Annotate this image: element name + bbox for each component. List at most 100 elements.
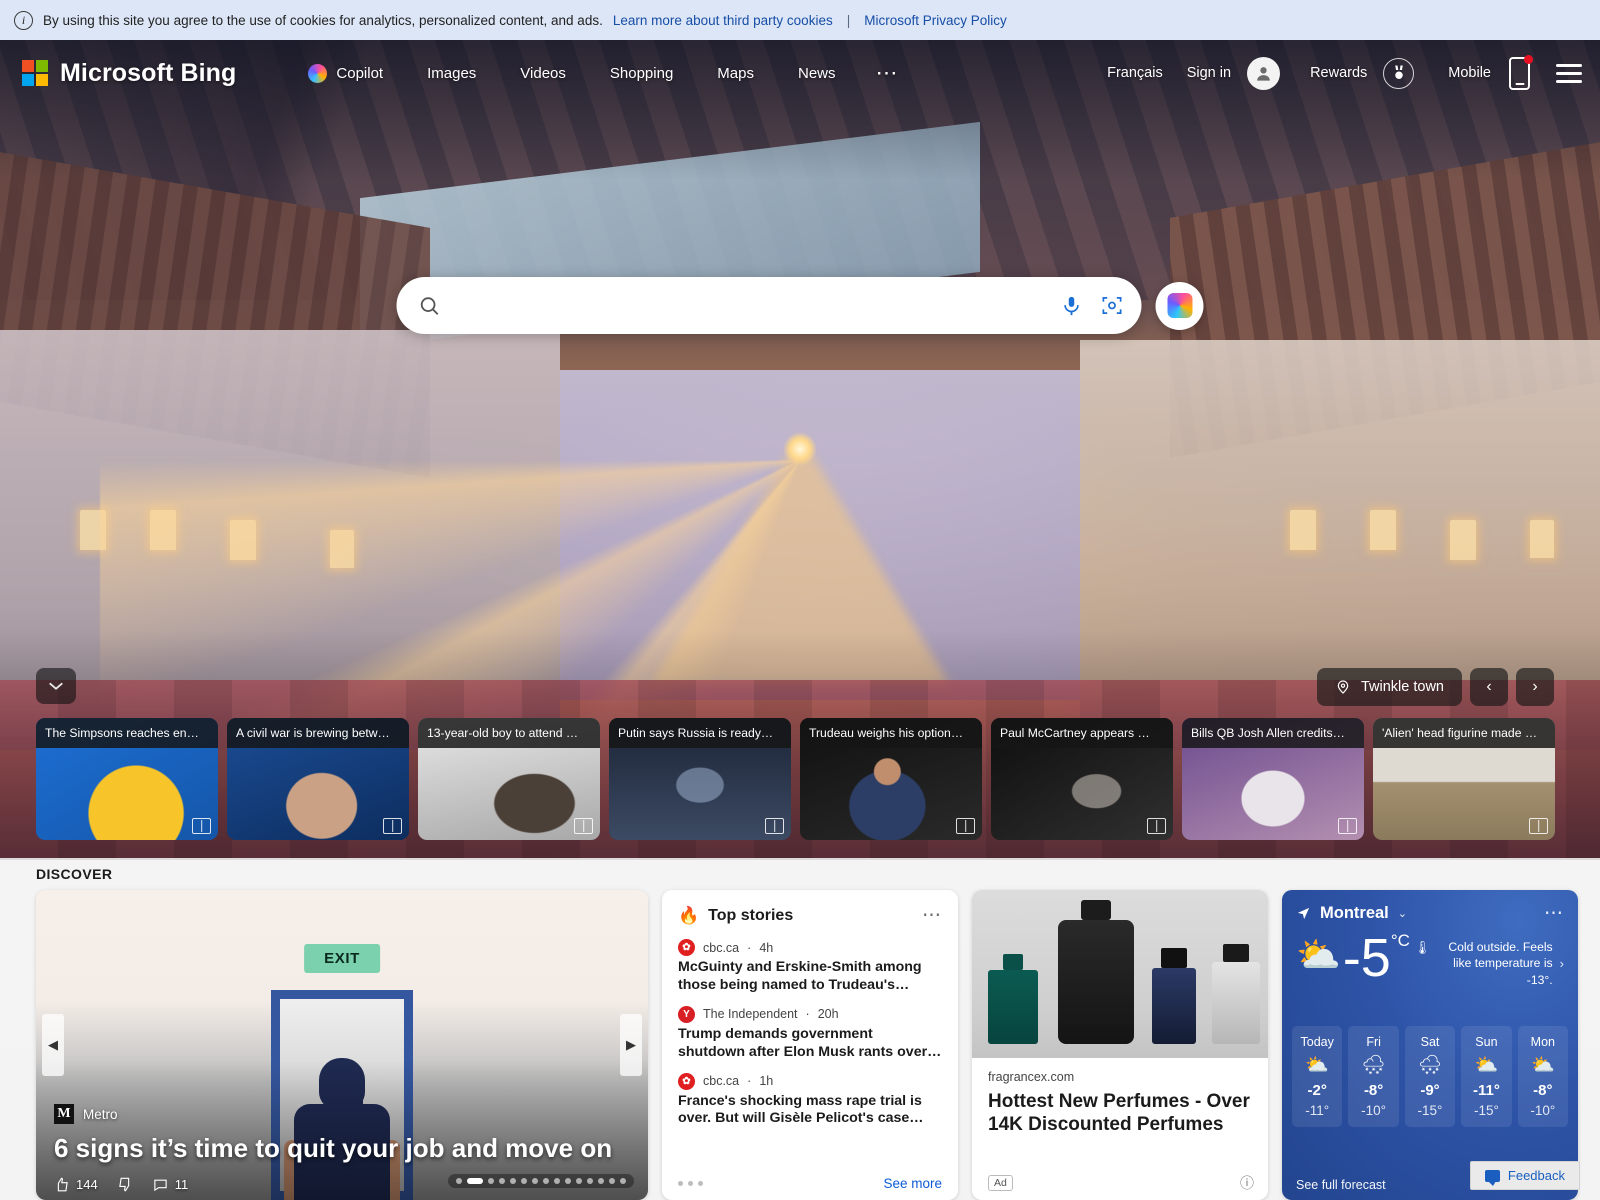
forecast-day[interactable]: Mon ⛅ -8° -10° [1517,1026,1569,1127]
scroll-down-button[interactable] [36,668,76,704]
feedback-label: Feedback [1507,1168,1565,1183]
featured-article-card[interactable]: EXIT M Metro 6 signs it’s time to quit y… [36,890,648,1200]
nav-item-news[interactable]: News [776,57,858,90]
forecast-day-name: Today [1300,1035,1334,1049]
feedback-button[interactable]: Feedback [1469,1161,1580,1190]
rewards-medal-icon[interactable] [1383,57,1415,89]
comment-group[interactable]: 11 [153,1177,189,1192]
news-card-title: 'Alien' head figurine made … [1373,718,1555,748]
top-stories-more-icon[interactable]: ⋯ [922,906,942,925]
story-source-row: ✿ cbc.ca · 1h [678,1072,942,1090]
dislike-group[interactable] [118,1177,133,1192]
ad-info-icon[interactable]: ⓘ [1240,1173,1254,1193]
top-story-item[interactable]: ✿ cbc.ca · 1h France's shocking mass rap… [678,1072,942,1129]
chevron-down-icon [49,682,63,690]
featured-article-headline: 6 signs it’s time to quit your job and m… [54,1133,613,1164]
top-story-item[interactable]: Y The Independent · 20h Trump demands go… [678,1005,942,1062]
ad-label-badge: Ad [988,1175,1013,1191]
microphone-icon[interactable] [1061,295,1083,317]
forecast-day[interactable]: Today ⛅ -2° -11° [1292,1026,1343,1127]
news-card[interactable]: Trudeau weighs his option… [800,718,982,840]
forecast-low: -15° [1417,1103,1443,1118]
microsoft-logo-icon [22,60,48,86]
forecast-day[interactable]: Sun ⛅ -11° -15° [1461,1026,1512,1127]
perfume-bottle-sauvage [1152,968,1196,1044]
news-card[interactable]: 13-year-old boy to attend … [418,718,600,840]
nav-label-copilot: Copilot [336,64,384,82]
advertisement-card[interactable]: fragrancex.com Hottest New Perfumes - Ov… [972,890,1268,1200]
news-card-title: 13-year-old boy to attend … [418,718,600,748]
secondary-nav-links: Français Sign in Rewards Mobile [1095,54,1582,90]
nav-item-shopping[interactable]: Shopping [588,57,695,90]
story-time: 20h [817,1007,839,1022]
search-input[interactable] [454,295,1061,316]
sign-in-link[interactable]: Sign in [1175,57,1243,89]
cbc-logo-icon: ✿ [678,1072,695,1090]
perfume-bottle-creed [1212,962,1260,1044]
nav-item-copilot[interactable]: Copilot [298,56,405,91]
perfume-bottle-acqua-di-gio [1058,920,1134,1044]
weather-city[interactable]: Montreal [1320,904,1389,923]
news-card[interactable]: A civil war is brewing betw… [227,718,409,840]
news-card[interactable]: Bills QB Josh Allen credits… [1182,718,1364,840]
news-card[interactable]: Paul McCartney appears … [991,718,1173,840]
news-card-title: A civil war is brewing betw… [227,718,409,748]
weather-more-icon[interactable]: ⋯ [1544,904,1564,923]
news-book-icon [956,818,975,834]
forecast-day[interactable]: Fri 🌨 -8° -10° [1348,1026,1399,1127]
story-source-name: cbc.ca [703,940,740,955]
nav-item-videos[interactable]: Videos [498,57,588,90]
see-full-forecast-link[interactable]: See full forecast [1296,1178,1386,1192]
chevron-down-icon[interactable]: ⌄ [1398,907,1407,920]
mobile-link[interactable]: Mobile [1436,57,1503,89]
news-card[interactable]: 'Alien' head figurine made … [1373,718,1555,840]
copilot-search-button[interactable] [1155,281,1204,330]
independent-logo-icon: Y [678,1005,695,1023]
featured-next-button[interactable]: ▶ [620,1014,642,1076]
top-stories-pagination[interactable] [678,1181,703,1186]
hero-location-label[interactable]: Twinkle town [1316,668,1462,706]
comment-icon [154,1179,167,1192]
forecast-low: -15° [1473,1103,1499,1118]
forecast-day[interactable]: Sat 🌨 -9° -15° [1404,1026,1456,1127]
mobile-phone-icon[interactable] [1509,54,1533,90]
learn-more-cookies-link[interactable]: Learn more about third party cookies [613,13,833,28]
avatar[interactable] [1247,56,1281,90]
top-story-item[interactable]: ✿ cbc.ca · 4h McGuinty and Erskine-Smith… [678,939,942,995]
carousel-pagination-dots [448,1174,634,1188]
rewards-link[interactable]: Rewards [1298,57,1379,89]
featured-prev-button[interactable]: ◀ [42,1014,64,1076]
language-toggle[interactable]: Français [1095,57,1175,89]
hero-prev-button[interactable]: ‹ [1470,668,1508,706]
visual-search-icon[interactable] [1101,294,1124,317]
weather-note-text: Cold outside. Feels like temperature is … [1448,940,1553,987]
search-box[interactable] [396,277,1142,334]
hamburger-menu-icon[interactable] [1556,63,1582,83]
forecast-high: -8° [1533,1082,1553,1099]
story-separator: · [805,1007,810,1022]
nav-item-maps[interactable]: Maps [695,57,776,90]
see-more-link[interactable]: See more [883,1176,942,1191]
cookie-separator: | [846,12,851,28]
story-separator: · [747,1074,752,1089]
nav-more-icon[interactable]: ⋯ [858,62,918,84]
weather-note[interactable]: 🌡 Cold outside. Feels like temperature i… [1414,931,1564,988]
like-group[interactable]: 144 [54,1177,98,1192]
privacy-policy-link[interactable]: Microsoft Privacy Policy [864,13,1007,28]
like-count: 144 [76,1177,98,1192]
bing-logo[interactable]: Microsoft Bing [22,59,236,88]
nav-item-images[interactable]: Images [405,57,498,90]
exit-sign-label: EXIT [304,944,380,973]
brand-name: Microsoft Bing [60,58,237,87]
news-carousel: The Simpsons reaches en… A civil war is … [36,718,1566,840]
forecast-low: -10° [1361,1103,1387,1118]
news-card[interactable]: The Simpsons reaches en… [36,718,218,840]
news-book-icon [1338,818,1357,834]
search-icon [420,296,439,315]
comment-count: 11 [174,1177,189,1192]
news-book-icon [1147,818,1166,834]
news-card[interactable]: Putin says Russia is ready… [609,718,791,840]
discover-section: DISCOVER EXIT M Metro 6 signs it’s time … [0,858,1600,1200]
top-stories-title: Top stories [708,907,794,924]
hero-next-button[interactable]: › [1516,668,1554,706]
